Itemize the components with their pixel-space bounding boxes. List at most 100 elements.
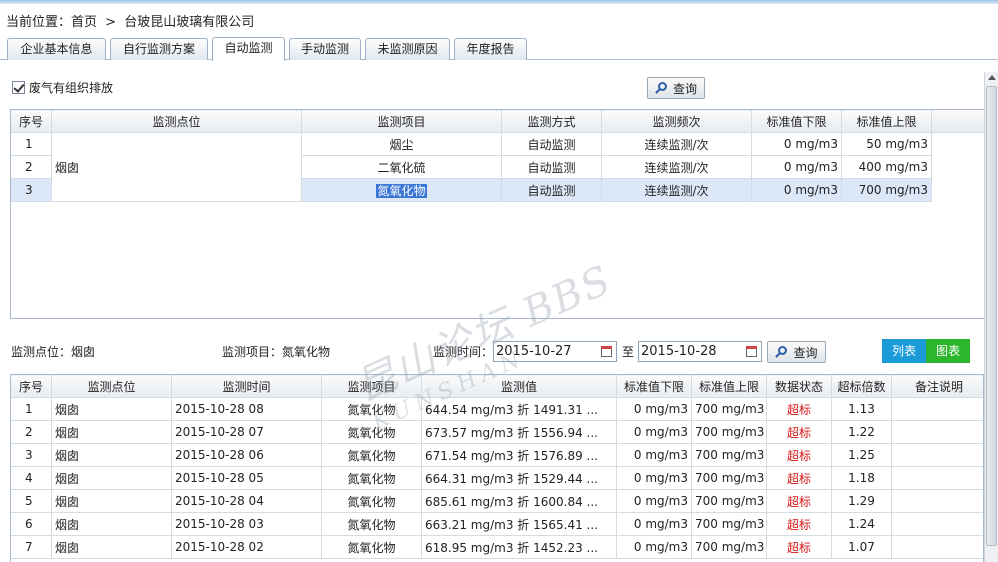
row-no: 7 (11, 535, 52, 559)
monitoring-value: 644.54 mg/m3 折 1491.31 ... (421, 397, 617, 421)
monitoring-value: 664.31 mg/m3 折 1529.44 ... (421, 466, 617, 490)
chart-view-button[interactable]: 图表 (926, 339, 970, 363)
col-header-low-limit[interactable]: 标准值下限 (751, 110, 842, 133)
query-button-top[interactable]: 查询 (647, 77, 705, 99)
col-header-point[interactable]: 监测点位 (51, 110, 302, 133)
table-row[interactable]: 5 烟囱 2015-10-28 04 氮氧化物 685.61 mg/m3 折 1600.… (11, 489, 983, 513)
row-no: 3 (11, 178, 52, 202)
query-button-top-label: 查询 (672, 81, 697, 96)
data-status: 超标 (766, 489, 832, 513)
scroll-thumb[interactable] (986, 86, 997, 546)
monitoring-item: 氮氧化物 (301, 178, 502, 202)
remarks (891, 443, 983, 467)
monitoring-time: 2015-10-28 04 (171, 489, 322, 513)
col-header-time[interactable]: 监测时间 (171, 375, 322, 398)
remarks (891, 397, 983, 421)
row-no: 2 (11, 420, 52, 444)
query-button-bottom-label: 查询 (793, 345, 818, 360)
row-no: 4 (11, 466, 52, 490)
col-header-point[interactable]: 监测点位 (51, 375, 172, 398)
tab-not-monitored-reason[interactable]: 未监测原因 (365, 38, 450, 60)
query-button-bottom[interactable]: 查询 (767, 341, 826, 363)
col-header-no[interactable]: 序号 (11, 375, 52, 398)
list-view-button[interactable]: 列表 (882, 339, 926, 363)
col-header-high-limit[interactable]: 标准值上限 (841, 110, 932, 133)
search-icon (775, 345, 788, 359)
monitoring-value: 618.95 mg/m3 折 1452.23 ... (421, 535, 617, 559)
low-limit: 0 mg/m3 (616, 512, 692, 536)
monitoring-point: 烟囱 (51, 132, 302, 202)
col-header-item[interactable]: 监测项目 (301, 110, 502, 133)
remarks (891, 466, 983, 490)
col-header-value[interactable]: 监测值 (421, 375, 617, 398)
table-row[interactable]: 6 烟囱 2015-10-28 03 氮氧化物 663.21 mg/m3 折 1565.… (11, 512, 983, 536)
table-row[interactable]: 1 烟囱 2015-10-28 08 氮氧化物 644.54 mg/m3 折 1491.… (11, 397, 983, 421)
calendar-icon[interactable] (746, 346, 757, 357)
exceed-ratio: 1.24 (831, 512, 892, 536)
high-limit: 700 mg/m3 (691, 443, 767, 467)
table-row[interactable]: 7 烟囱 2015-10-28 02 氮氧化物 618.95 mg/m3 折 1452.… (11, 535, 983, 559)
table-row[interactable]: 2 烟囱 2015-10-28 07 氮氧化物 673.57 mg/m3 折 1556.… (11, 420, 983, 444)
tab-bar: 企业基本信息 自行监测方案 自动监测 手动监测 未监测原因 年度报告 (0, 36, 998, 61)
low-limit: 0 mg/m3 (616, 535, 692, 559)
exceed-ratio: 1.13 (831, 397, 892, 421)
tab-auto-monitoring[interactable]: 自动监测 (212, 37, 285, 61)
col-header-remarks[interactable]: 备注说明 (891, 375, 983, 398)
monitoring-frequency: 连续监测/次 (601, 132, 752, 156)
col-header-high-limit[interactable]: 标准值上限 (691, 375, 767, 398)
end-date-input[interactable]: 2015-10-28 (638, 341, 762, 362)
monitoring-point: 烟囱 (51, 512, 172, 536)
data-status: 超标 (766, 512, 832, 536)
col-header-status[interactable]: 数据状态 (766, 375, 832, 398)
row-no: 2 (11, 155, 52, 179)
col-header-method[interactable]: 监测方式 (501, 110, 602, 133)
filter-item-label: 监测项目：氮氧化物 (222, 345, 331, 359)
monitoring-time: 2015-10-28 02 (171, 535, 322, 559)
col-header-low-limit[interactable]: 标准值下限 (616, 375, 692, 398)
row-no: 6 (11, 512, 52, 536)
monitoring-method: 自动监测 (501, 178, 602, 202)
monitoring-value: 685.61 mg/m3 折 1600.84 ... (421, 489, 617, 513)
col-header-no[interactable]: 序号 (11, 110, 52, 133)
col-header-frequency[interactable]: 监测频次 (601, 110, 752, 133)
start-date-input[interactable]: 2015-10-27 (493, 341, 617, 362)
data-status: 超标 (766, 420, 832, 444)
tab-annual-report[interactable]: 年度报告 (454, 38, 527, 60)
monitoring-point: 烟囱 (51, 443, 172, 467)
scroll-up-arrow-icon[interactable] (988, 75, 996, 80)
col-header-item[interactable]: 监测项目 (321, 375, 422, 398)
monitoring-plan-grid: 序号 监测点位 监测项目 监测方式 监测频次 标准值下限 标准值上限 1 烟囱 … (10, 109, 986, 319)
high-limit: 700 mg/m3 (691, 420, 767, 444)
remarks (891, 420, 983, 444)
tab-manual-monitoring[interactable]: 手动监测 (289, 38, 361, 60)
low-limit: 0 mg/m3 (751, 132, 842, 156)
table-row[interactable]: 4 烟囱 2015-10-28 05 氮氧化物 664.31 mg/m3 折 1529.… (11, 466, 983, 490)
monitoring-time: 2015-10-28 06 (171, 443, 322, 467)
exceed-ratio: 1.07 (831, 535, 892, 559)
calendar-icon[interactable] (601, 346, 612, 357)
tab-company-info[interactable]: 企业基本信息 (7, 38, 106, 60)
emission-checkbox-row[interactable]: 废气有组织排放 (12, 79, 113, 96)
breadcrumb-home-link[interactable]: 首页 (71, 15, 97, 30)
breadcrumb-company: 台玻昆山玻璃有限公司 (124, 15, 255, 30)
monitoring-point: 烟囱 (51, 535, 172, 559)
table-row[interactable]: 1 烟囱 烟尘 自动监测 连续监测/次 0 mg/m3 50 mg/m3 (11, 132, 932, 202)
monitoring-item: 氮氧化物 (321, 535, 422, 559)
table-row[interactable]: 3 烟囱 2015-10-28 06 氮氧化物 671.54 mg/m3 折 1576.… (11, 443, 983, 467)
monitoring-frequency: 连续监测/次 (601, 155, 752, 179)
monitoring-time: 2015-10-28 03 (171, 512, 322, 536)
data-status: 超标 (766, 535, 832, 559)
vertical-scrollbar[interactable] (984, 72, 998, 562)
monitoring-data-table: 序号 监测点位 监测时间 监测项目 监测值 标准值下限 标准值上限 数据状态 超… (11, 375, 983, 559)
breadcrumb-label: 当前位置： (6, 15, 72, 30)
monitoring-item: 氮氧化物 (321, 466, 422, 490)
end-date-value: 2015-10-28 (641, 344, 717, 359)
monitoring-point: 烟囱 (51, 466, 172, 490)
col-header-exceed-ratio[interactable]: 超标倍数 (831, 375, 892, 398)
exceed-ratio: 1.29 (831, 489, 892, 513)
date-range-separator: 至 (622, 345, 635, 359)
monitoring-value: 671.54 mg/m3 折 1576.89 ... (421, 443, 617, 467)
grid2-header-row: 序号 监测点位 监测时间 监测项目 监测值 标准值下限 标准值上限 数据状态 超… (11, 375, 983, 398)
tab-self-monitoring-plan[interactable]: 自行监测方案 (110, 38, 208, 60)
emission-checkbox[interactable] (12, 81, 25, 94)
